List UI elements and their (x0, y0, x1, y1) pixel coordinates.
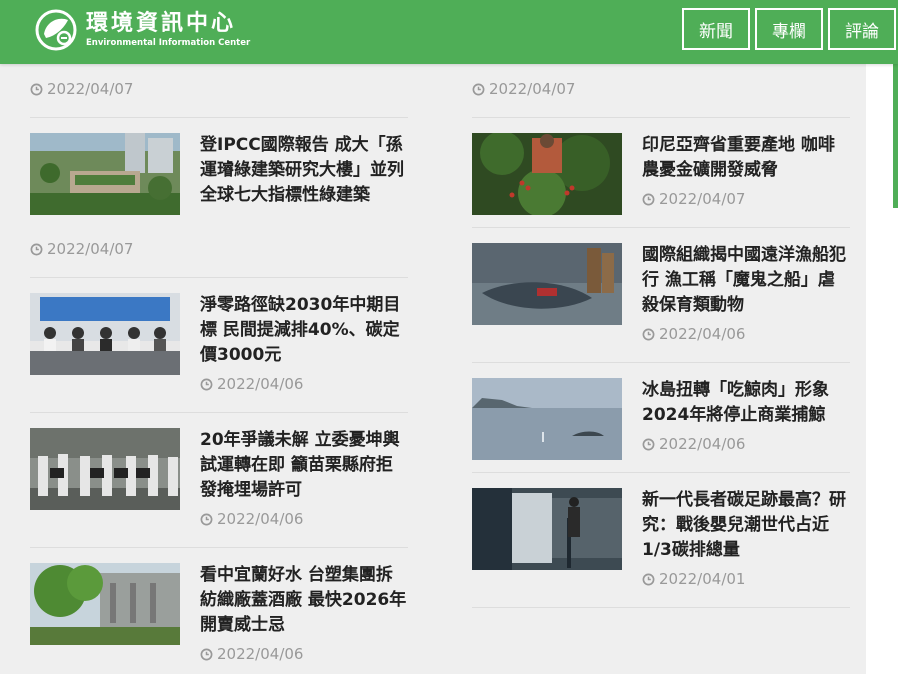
press-conference-image (30, 293, 180, 375)
divider (472, 117, 850, 118)
nav-opinion-button[interactable]: 評論 (828, 8, 896, 50)
article-title-link[interactable]: 淨零路徑缺2030年中期目標 民間提減排40%、碳定價3000元 (200, 293, 408, 368)
article-thumbnail[interactable] (30, 428, 180, 510)
clock-icon (200, 513, 213, 525)
clock-icon (642, 438, 655, 450)
divider (472, 362, 850, 363)
clock-icon (30, 243, 43, 255)
article-title-link[interactable]: 新一代長者碳足跡最高？研究：戰後嬰兒潮世代占近1/3碳排總量 (642, 488, 850, 563)
article-title-link[interactable]: 冰島扭轉「吃鯨肉」形象 2024年將停止商業捕鯨 (642, 378, 850, 428)
clock-icon (642, 193, 655, 205)
article-title-link[interactable]: 看中宜蘭好水 台塑集團拆紡織廠蓋酒廠 最快2026年開賣威士忌 (200, 563, 408, 638)
main-nav: 新聞 專欄 評論 (682, 8, 896, 50)
green-building-aerial-image (30, 133, 180, 215)
site-name-en: Environmental Information Center (86, 38, 251, 48)
divider (30, 117, 408, 118)
article-thumbnail[interactable] (472, 243, 622, 325)
elderly-reading-image (472, 488, 622, 570)
article-date: 2022/04/06 (642, 325, 745, 343)
article-thumbnail[interactable] (472, 133, 622, 215)
article-title-link[interactable]: 國際組織揭中國遠洋漁船犯行 漁工稱「魔鬼之船」虐殺保育類動物 (642, 243, 850, 318)
article-date: 2022/04/07 (472, 80, 575, 98)
article-thumbnail[interactable] (472, 378, 622, 460)
site-name-zh: 環境資訊中心 (86, 11, 237, 36)
nav-news-button[interactable]: 新聞 (682, 8, 750, 50)
divider (30, 412, 408, 413)
article-date: 2022/04/01 (642, 570, 745, 588)
clock-icon (200, 648, 213, 660)
article-thumbnail[interactable] (472, 488, 622, 570)
article-date: 2022/04/06 (200, 645, 303, 663)
factory-trees-image (30, 563, 180, 645)
divider (30, 547, 408, 548)
article-date: 2022/04/06 (200, 510, 303, 528)
divider (472, 227, 850, 228)
article-date: 2022/04/07 (30, 240, 133, 258)
clock-icon (30, 83, 43, 95)
clock-icon (642, 328, 655, 340)
article-title-link[interactable]: 印尼亞齊省重要產地 咖啡農憂金礦開發威脅 (642, 133, 850, 183)
article-date: 2022/04/07 (642, 190, 745, 208)
nav-columns-button[interactable]: 專欄 (755, 8, 823, 50)
site-header: 環境資訊中心 Environmental Information Center … (0, 0, 898, 64)
globe-leaf-icon (35, 9, 77, 51)
clock-icon (642, 573, 655, 585)
fishing-deck-image (472, 243, 622, 325)
article-title-link[interactable]: 登IPCC國際報告 成大「孫運璿綠建築研究大樓」並列全球七大指標性綠建築 (200, 133, 408, 208)
scrollbar-accent[interactable] (893, 64, 898, 208)
coffee-farmer-image (472, 133, 622, 215)
article-title-link[interactable]: 20年爭議未解 立委憂坤輿試運轉在即 籲苗栗縣府拒發掩埋場許可 (200, 428, 408, 503)
divider (472, 472, 850, 473)
article-thumbnail[interactable] (30, 563, 180, 645)
article-thumbnail[interactable] (30, 293, 180, 375)
protest-signs-image (30, 428, 180, 510)
clock-icon (472, 83, 485, 95)
divider (30, 277, 408, 278)
clock-icon (200, 378, 213, 390)
article-thumbnail[interactable] (30, 133, 180, 215)
site-logo[interactable]: 環境資訊中心 Environmental Information Center (34, 8, 250, 56)
article-date: 2022/04/07 (30, 80, 133, 98)
article-date: 2022/04/06 (200, 375, 303, 393)
divider (472, 607, 850, 608)
article-date: 2022/04/06 (642, 435, 745, 453)
whale-sea-image (472, 378, 622, 460)
